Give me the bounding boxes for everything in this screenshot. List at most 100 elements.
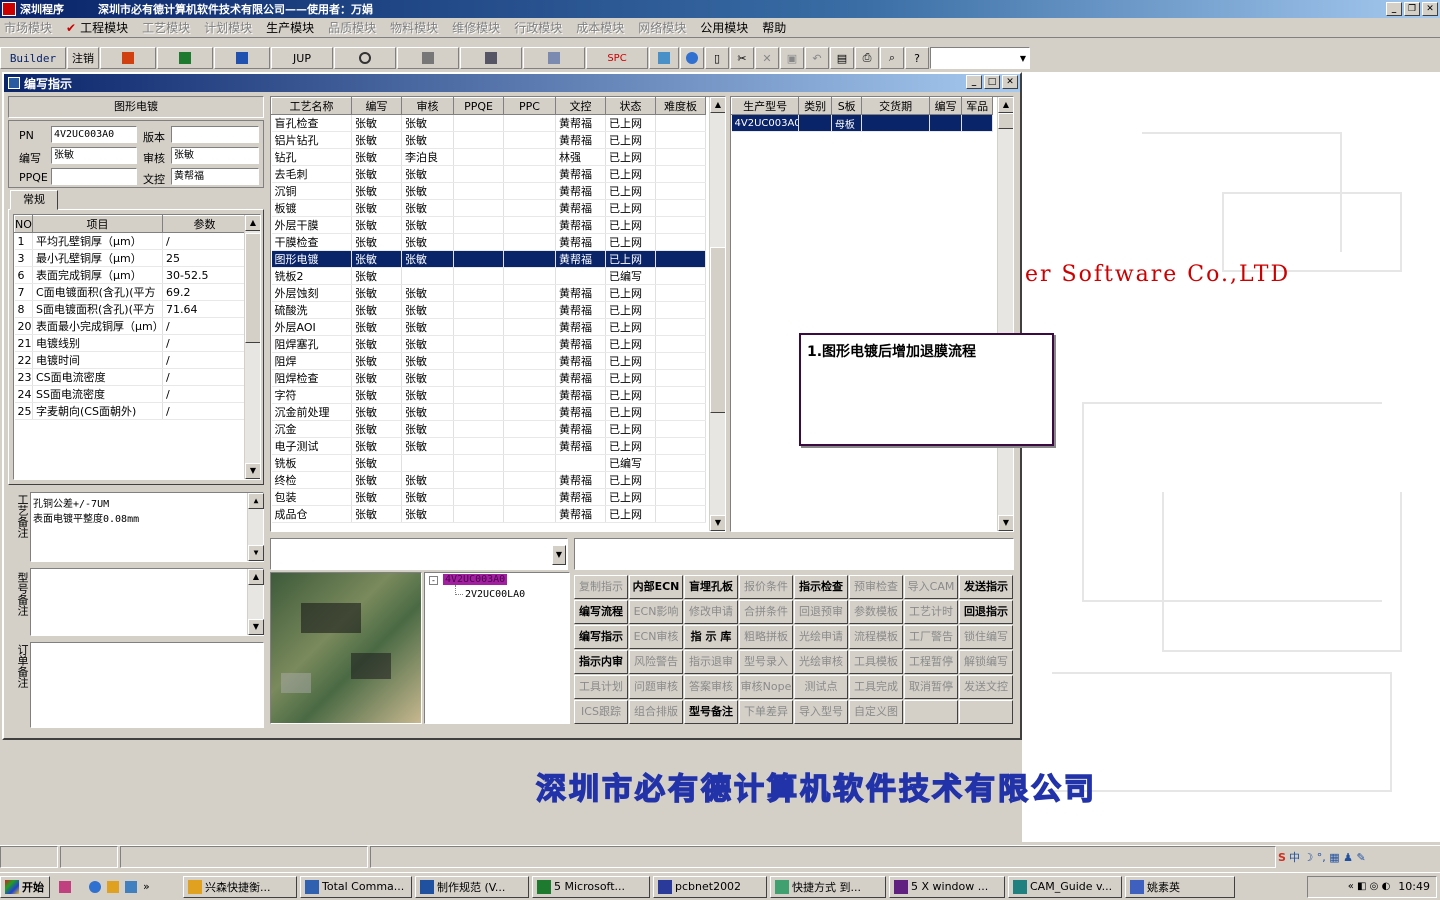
action-button[interactable]: 工程暂停 [904, 650, 958, 674]
version-field[interactable] [171, 126, 259, 143]
column-header[interactable]: 参数 [162, 215, 247, 233]
print-icon[interactable]: ⎙ [855, 47, 879, 69]
scroll-down-arrow[interactable]: ▼ [710, 515, 725, 531]
action-button[interactable]: 型号录入 [739, 650, 793, 674]
table-row[interactable]: 沉金 张敏 张敏 黄帮福 已上网 [271, 420, 706, 438]
taskbar-item[interactable]: 快捷方式 到... [770, 875, 886, 898]
action-button[interactable]: 编写流程 [574, 600, 628, 624]
desktop-icon[interactable] [107, 880, 119, 893]
action-button[interactable]: 下单差异 [739, 700, 793, 724]
action-button[interactable]: 导入型号 [794, 700, 848, 724]
tree-root-node[interactable]: 4V2UC003A0 [443, 574, 508, 585]
menu-item[interactable]: 生产模块 [266, 19, 314, 36]
table-row[interactable]: 外层干膜 张敏 张敏 黄帮福 已上网 [271, 216, 706, 234]
table-row[interactable]: 钻孔 张敏 李泊良 林强 已上网 [271, 148, 706, 166]
word-icon[interactable] [214, 47, 270, 69]
process-combo[interactable]: ▼ [270, 538, 568, 570]
writer-field[interactable]: 张敏 [51, 147, 137, 164]
action-button[interactable]: 粗略拼板 [739, 625, 793, 649]
table-row[interactable]: 板镀 张敏 张敏 黄帮福 已上网 [271, 199, 706, 217]
eye-icon[interactable] [334, 47, 396, 69]
excel-icon[interactable] [157, 47, 213, 69]
table-row[interactable]: 外层AOI 张敏 张敏 黄帮福 已上网 [271, 318, 706, 336]
action-button[interactable]: 光绘申请 [794, 625, 848, 649]
find-icon[interactable]: ⌕ [880, 47, 904, 69]
column-header[interactable]: 军品 [961, 97, 993, 115]
menu-item[interactable]: 计划模块 [204, 19, 252, 36]
child-minimize-button[interactable]: _ [966, 75, 982, 89]
order-note-field[interactable] [30, 642, 264, 728]
quicklaunch-icon[interactable] [53, 876, 83, 898]
action-button[interactable]: 光绘审核 [794, 650, 848, 674]
table-row[interactable]: 去毛刺 张敏 张敏 黄帮福 已上网 [271, 165, 706, 183]
menu-item[interactable]: 品质模块 [328, 19, 376, 36]
process-note-field[interactable]: 孔铜公差+/-7UM 表面电镀平整度0.08mm ▲ ▼ [30, 492, 264, 562]
toolbar-dropdown[interactable]: ▼ [930, 47, 1030, 69]
scroll-up-arrow[interactable]: ▲ [998, 97, 1013, 113]
action-button[interactable]: 回退预审 [794, 600, 848, 624]
table-row[interactable]: 沉金前处理 张敏 张敏 黄帮福 已上网 [271, 403, 706, 421]
action-button[interactable]: 报价条件 [739, 575, 793, 599]
action-button[interactable]: 预审检查 [849, 575, 903, 599]
close-button[interactable]: ✕ [1422, 2, 1438, 16]
table-row[interactable]: 铝片钻孔 张敏 张敏 黄帮福 已上网 [271, 131, 706, 149]
table-row[interactable]: 外层蚀刻 张敏 张敏 黄帮福 已上网 [271, 284, 706, 302]
child-maximize-button[interactable]: □ [984, 75, 1000, 89]
taskbar-item[interactable]: 5 Microsoft... [532, 875, 650, 898]
taskbar-item[interactable]: Total Comma... [300, 875, 412, 898]
column-header[interactable]: PPQE [453, 97, 504, 115]
chevron-icon[interactable]: » [143, 880, 150, 893]
ie-icon[interactable] [89, 880, 101, 893]
action-button[interactable]: 内部ECN [629, 575, 683, 599]
action-button[interactable]: 发送指示 [959, 575, 1013, 599]
table-row[interactable]: 包装 张敏 张敏 黄帮福 已上网 [271, 488, 706, 506]
action-button[interactable]: 指 示 库 [684, 625, 738, 649]
table-row[interactable]: 7 C面电镀面积(含孔)(平方 69.2 [14, 283, 247, 301]
table-row[interactable]: 22 电镀时间 / [14, 351, 247, 369]
tree-collapse-icon[interactable]: - [429, 576, 438, 585]
column-header[interactable]: 生产型号 [731, 97, 800, 115]
taskbar-item[interactable]: pcbnet2002 [653, 875, 767, 898]
column-header[interactable]: 状态 [605, 97, 656, 115]
action-button[interactable]: 解锁编写 [959, 650, 1013, 674]
table-row[interactable]: 8 S面电镀面积(含孔)(平方 71.64 [14, 300, 247, 318]
action-button[interactable]: 锁住编写 [959, 625, 1013, 649]
table-row[interactable]: 铣板2 张敏 已编写 [271, 267, 706, 285]
table-row[interactable]: 图形电镀 张敏 张敏 黄帮福 已上网 [271, 250, 706, 268]
action-button[interactable]: 导入CAM [904, 575, 958, 599]
table-row[interactable]: 硫酸洗 张敏 张敏 黄帮福 已上网 [271, 301, 706, 319]
table-row[interactable]: 21 电镀线别 / [14, 334, 247, 352]
column-header[interactable]: 编写 [351, 97, 402, 115]
network-icon[interactable] [460, 47, 522, 69]
menu-item[interactable]: 工程模块 [80, 19, 128, 36]
wk-field[interactable]: 黄帮福 [171, 168, 259, 185]
action-button[interactable]: 取消暂停 [904, 675, 958, 699]
taskbar-item[interactable]: 制作规范 (V... [415, 875, 529, 898]
table-row[interactable]: 阻焊检查 张敏 张敏 黄帮福 已上网 [271, 369, 706, 387]
undo-icon[interactable]: ↶ [805, 47, 829, 69]
action-button[interactable]: 合拼条件 [739, 600, 793, 624]
scroll-thumb[interactable] [998, 113, 1013, 129]
taskbar-item[interactable]: CAM_Guide v... [1008, 875, 1122, 898]
column-header[interactable]: PPC [503, 97, 556, 115]
column-header[interactable]: S板 [830, 97, 863, 115]
menu-item[interactable]: 网络模块 [638, 19, 686, 36]
taskbar-item[interactable]: 姚素英 [1125, 875, 1235, 898]
scroll-thumb[interactable] [245, 233, 260, 343]
action-button[interactable]: 编写指示 [574, 625, 628, 649]
table-row[interactable]: 23 CS面电流密度 / [14, 368, 247, 386]
table-row[interactable]: 6 表面完成铜厚（μm） 30-52.5 [14, 266, 247, 284]
table-row[interactable]: 1 平均孔壁铜厚（μm） / [14, 232, 247, 250]
builder-button[interactable]: Builder [0, 47, 66, 69]
pn-field[interactable]: 4V2UC003A0 [51, 126, 137, 143]
column-header[interactable]: 类别 [798, 97, 832, 115]
table-row[interactable]: 字符 张敏 张敏 黄帮福 已上网 [271, 386, 706, 404]
column-header[interactable]: 文控 [555, 97, 606, 115]
ppqe-field[interactable] [51, 168, 137, 185]
action-button[interactable]: 问题审核 [629, 675, 683, 699]
table-row[interactable]: 3 最小孔壁铜厚（μm） 25 [14, 249, 247, 267]
scroll-up-arrow[interactable]: ▲ [245, 215, 260, 231]
scroll-thumb[interactable] [710, 247, 725, 413]
table-row[interactable]: 铣板 张敏 已编写 [271, 454, 706, 472]
menu-item[interactable]: 行政模块 [514, 19, 562, 36]
